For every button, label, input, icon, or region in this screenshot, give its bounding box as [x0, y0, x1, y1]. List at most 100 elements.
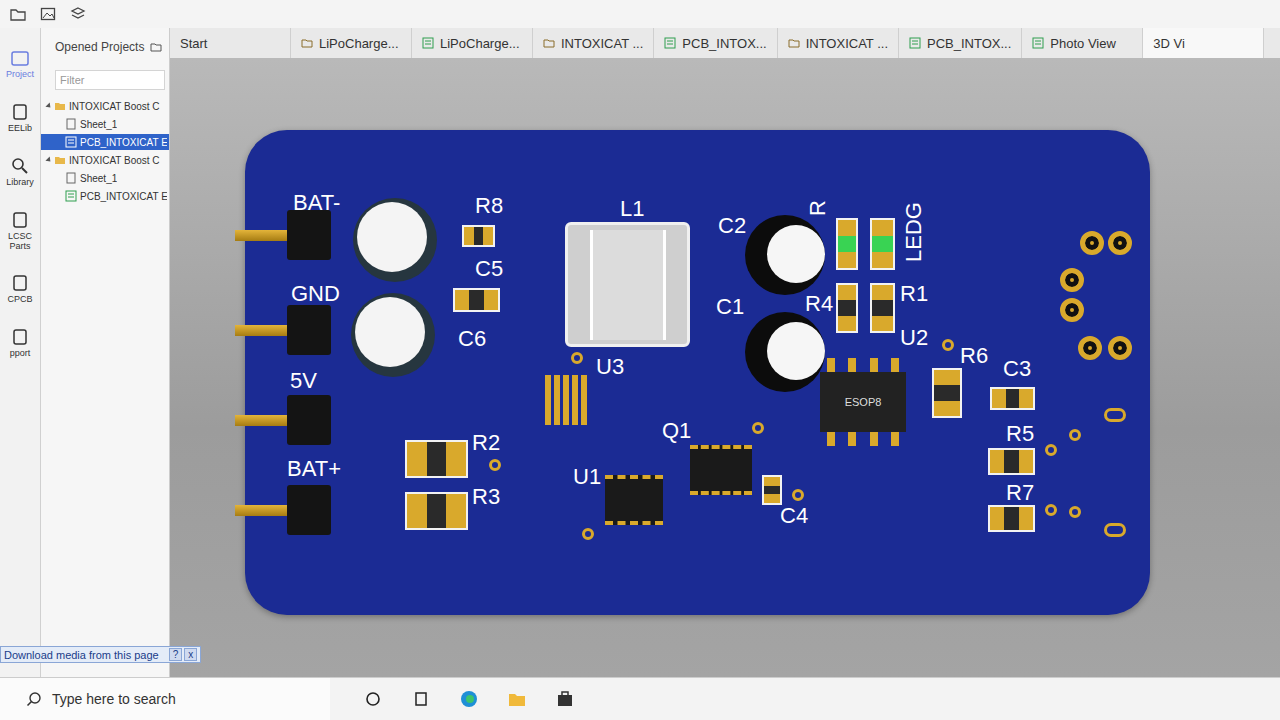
download-bar-button[interactable]: ?	[169, 648, 183, 661]
pad	[581, 375, 587, 425]
download-bar-button[interactable]: x	[184, 648, 197, 661]
filter-input[interactable]: Filter	[55, 70, 165, 90]
component-body	[764, 486, 780, 495]
tree-item[interactable]: PCB_INTOXICAT E	[41, 188, 169, 204]
pad	[872, 220, 893, 236]
header-pin	[235, 415, 295, 426]
smd-component	[405, 492, 468, 530]
timeline-icon[interactable]	[404, 682, 438, 716]
main-area: Start LiPoCharge... LiPoCharge... INTOXI…	[170, 28, 1280, 677]
tree-item[interactable]: Sheet_1	[41, 170, 169, 186]
tab[interactable]: INTOXICAT ...	[778, 28, 899, 58]
pad	[838, 220, 856, 236]
explorer-icon[interactable]	[500, 682, 534, 716]
silkscreen-label: R2	[472, 432, 500, 454]
sidebar-item[interactable]: pport	[0, 327, 40, 359]
smd-component	[932, 368, 962, 418]
component-body	[934, 385, 960, 400]
folder-icon[interactable]	[150, 41, 162, 53]
sidebar-item[interactable]: LCSC Parts	[0, 210, 40, 252]
expand-icon[interactable]	[45, 156, 52, 163]
tab[interactable]: 3D Vi	[1143, 28, 1264, 58]
pad	[990, 507, 1004, 530]
tab[interactable]: Photo View	[1022, 28, 1143, 58]
sidebar-item[interactable]: Project	[0, 48, 40, 80]
silkscreen-label: C2	[718, 215, 746, 237]
pcb-board[interactable]: ESOP8 BAT-GND5VBAT+R8C5C6R2R3L1U3U1Q1C4C…	[245, 130, 1150, 615]
pad	[464, 227, 474, 245]
pad	[992, 389, 1006, 408]
pin	[848, 358, 856, 372]
smd-component	[836, 283, 858, 333]
pad	[407, 494, 427, 528]
pin	[870, 358, 878, 372]
tree-item[interactable]: INTOXICAT Boost C	[41, 152, 169, 168]
smd-component	[462, 225, 495, 247]
pad	[764, 477, 780, 486]
component-body	[838, 236, 856, 252]
tab[interactable]: PCB_INTOX...	[654, 28, 777, 58]
screen: Project EELib Library LCSC Parts CPCB pp…	[0, 0, 1280, 720]
silkscreen-label: R6	[960, 345, 988, 367]
taskbar-search[interactable]: Type here to search	[0, 678, 330, 720]
silkscreen-label: GND	[291, 283, 340, 305]
chip-body: ESOP8	[820, 372, 906, 432]
led	[870, 218, 895, 270]
tab[interactable]: INTOXICAT ...	[533, 28, 654, 58]
layers-icon[interactable]	[70, 6, 86, 22]
tab[interactable]: Start	[170, 28, 291, 58]
pad	[1019, 389, 1033, 408]
tab-bar: Start LiPoCharge... LiPoCharge... INTOXI…	[170, 28, 1280, 58]
capacitor-top	[767, 225, 825, 283]
pcb-icon	[1032, 37, 1044, 49]
folder-icon[interactable]	[10, 6, 26, 22]
capacitor-top	[767, 322, 825, 380]
pin-header	[287, 305, 331, 355]
sidebar-item[interactable]: CPCB	[0, 273, 40, 305]
smd-component	[405, 440, 468, 478]
smd-component	[988, 448, 1035, 475]
tree-item[interactable]: PCB_INTOXICAT E	[41, 134, 169, 150]
via	[792, 489, 804, 501]
tab[interactable]: PCB_INTOX...	[899, 28, 1022, 58]
silkscreen-label: C1	[716, 296, 744, 318]
silkscreen-label: LEDG	[903, 202, 925, 262]
sidebar-item[interactable]: EELib	[0, 102, 40, 134]
taskbar: Type here to search	[0, 677, 1280, 720]
via	[942, 339, 954, 351]
image-icon[interactable]	[40, 6, 56, 22]
edge-icon[interactable]	[452, 682, 486, 716]
oval-pad	[1104, 408, 1126, 422]
smd-component	[762, 475, 782, 505]
project-panel: Opened Projects Filter INTOXICAT Boost C…	[41, 28, 170, 677]
pad	[563, 375, 569, 425]
tree-item[interactable]: INTOXICAT Boost C	[41, 98, 169, 114]
component-body	[427, 494, 447, 528]
smd-component	[453, 288, 500, 312]
pad	[838, 285, 856, 300]
3d-canvas[interactable]: ESOP8 BAT-GND5VBAT+R8C5C6R2R3L1U3U1Q1C4C…	[170, 58, 1280, 677]
capacitor-top	[357, 202, 427, 272]
download-link[interactable]: Download media from this page	[4, 649, 167, 661]
capacitor-top	[355, 297, 425, 367]
u3-footprint	[545, 375, 587, 425]
via	[1069, 506, 1081, 518]
tree-item[interactable]: Sheet_1	[41, 116, 169, 132]
pad	[455, 290, 469, 310]
expand-icon[interactable]	[45, 102, 52, 109]
project-icon	[10, 48, 30, 68]
silkscreen-label: U3	[596, 356, 624, 378]
pad	[764, 494, 780, 503]
silkscreen-label: U2	[900, 327, 928, 349]
sidebar-item[interactable]: Library	[0, 156, 40, 188]
task-view-icon[interactable]	[356, 682, 390, 716]
pad	[484, 290, 498, 310]
tab[interactable]: LiPoCharge...	[412, 28, 533, 58]
header-pin	[235, 505, 295, 516]
silkscreen-label: C4	[780, 505, 808, 527]
pin	[827, 358, 835, 372]
silkscreen-label: R5	[1006, 423, 1034, 445]
tab[interactable]: LiPoCharge...	[291, 28, 412, 58]
store-icon[interactable]	[548, 682, 582, 716]
component-body	[474, 227, 484, 245]
